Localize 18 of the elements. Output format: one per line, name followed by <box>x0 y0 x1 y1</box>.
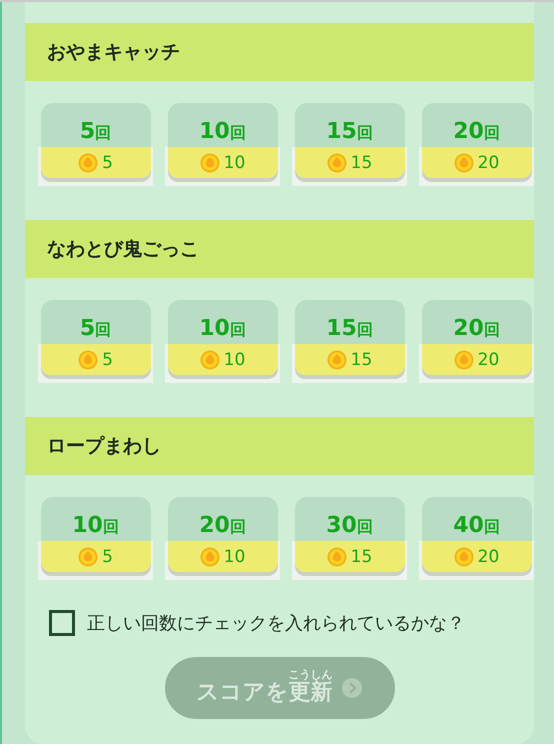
checkbox-label: 正しい回数にチェックを入れられているかな？ <box>87 612 465 635</box>
section-header: ロープまわし <box>25 417 534 475</box>
coin-icon <box>78 350 98 370</box>
coin-icon <box>454 350 474 370</box>
coin-icon <box>326 546 347 566</box>
coin-icon <box>78 546 98 566</box>
section-header: おやまキャッチ <box>25 23 534 81</box>
coin-icon <box>454 546 474 566</box>
checkbox[interactable] <box>49 610 75 636</box>
coin-icon <box>326 152 347 172</box>
coin-icon <box>454 152 474 172</box>
coin-icon <box>78 152 98 172</box>
coin-icon <box>326 350 347 370</box>
section-header: なわとび鬼ごっこ <box>25 220 534 278</box>
coin-icon <box>200 350 220 370</box>
coin-icon <box>200 546 220 566</box>
chevron-right-icon <box>340 677 362 699</box>
coin-icon <box>200 152 220 172</box>
